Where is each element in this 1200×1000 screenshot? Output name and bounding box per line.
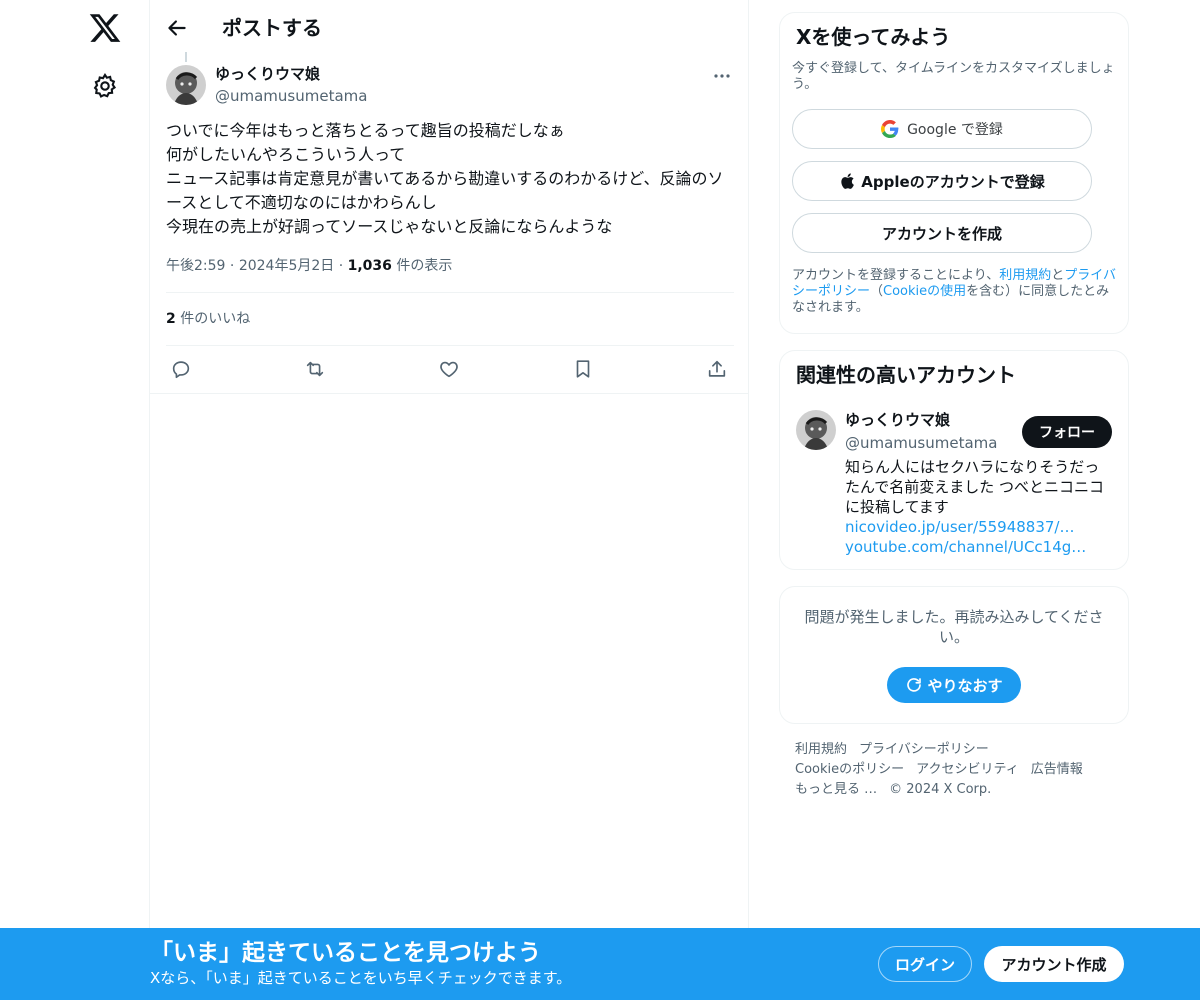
footer-row: 利用規約 プライバシーポリシー xyxy=(795,740,1115,760)
tweet-meta: 午後2:59 · 2024年5月2日 · 1,036 件の表示 xyxy=(166,256,452,276)
refresh-icon xyxy=(907,678,922,692)
footer-copyright: © 2024 X Corp. xyxy=(889,782,992,797)
related-title: 関連性の高いアカウント xyxy=(796,363,1016,387)
author-name[interactable]: ゆっくりウマ娘 xyxy=(215,64,320,84)
banner-title: 「いま」起きていることを見つけよう xyxy=(150,940,541,966)
footer-privacy-link[interactable]: プライバシーポリシー xyxy=(859,742,989,757)
likes-label: 件のいいね xyxy=(180,311,251,327)
tweet-date[interactable]: 2024年5月2日 xyxy=(239,258,334,274)
like-button[interactable] xyxy=(434,354,464,384)
divider xyxy=(166,345,734,346)
follow-button[interactable]: フォロー xyxy=(1022,416,1112,448)
apple-signup-button[interactable]: Appleのアカウントで登録 xyxy=(792,161,1092,201)
thread-line xyxy=(185,52,187,62)
terms-prefix: アカウントを登録することにより、 xyxy=(792,268,1000,283)
apple-signup-label: Appleのアカウントで登録 xyxy=(861,172,1045,191)
author-handle[interactable]: @umamusumetama xyxy=(215,86,367,106)
google-signup-button[interactable]: Google で登録 xyxy=(792,109,1092,149)
likes-count: 2 xyxy=(166,311,176,327)
banner-subtitle: Xなら、「いま」起きていることをいち早くチェックできます。 xyxy=(150,969,572,987)
footer-accessibility-link[interactable]: アクセシビリティ xyxy=(916,762,1019,777)
related-handle[interactable]: @umamusumetama xyxy=(845,433,997,453)
views-label: 件の表示 xyxy=(396,258,453,274)
share-button[interactable] xyxy=(702,354,732,384)
footer-row: Cookieのポリシー アクセシビリティ 広告情報 xyxy=(795,760,1115,780)
reply-icon xyxy=(172,361,190,379)
meta-dot: · xyxy=(338,258,348,274)
signup-subtitle: 今すぐ登録して、タイムラインをカスタマイズしましょう。 xyxy=(792,61,1115,92)
views-count: 1,036 xyxy=(347,258,392,274)
meta-dot: · xyxy=(229,258,239,274)
tweet-time[interactable]: 午後2:59 xyxy=(166,258,225,274)
footer-ads-link[interactable]: 広告情報 xyxy=(1031,762,1083,777)
terms-notice: アカウントを登録することにより、利用規約とプライバシーポリシー（Cookieの使… xyxy=(792,268,1118,316)
related-name[interactable]: ゆっくりウマ娘 xyxy=(845,410,950,430)
login-button[interactable]: ログイン xyxy=(878,946,972,982)
terms-link[interactable]: 利用規約 xyxy=(999,268,1051,283)
avatar[interactable] xyxy=(796,410,836,450)
google-icon xyxy=(881,120,899,138)
back-arrow-icon[interactable] xyxy=(164,15,190,41)
tweet-text: ついでに今年はもっと落ちとるって趣旨の投稿だしなぁ 何がしたいんやろこういう人っ… xyxy=(166,121,724,236)
signup-title: Xを使ってみよう xyxy=(796,25,951,49)
error-message: 問題が発生しました。再読み込みしてください。 xyxy=(804,608,1104,646)
bookmark-icon xyxy=(576,360,590,378)
create-account-button[interactable]: アカウントを作成 xyxy=(792,213,1092,253)
reply-button[interactable] xyxy=(166,354,196,384)
banner-signup-button[interactable]: アカウント作成 xyxy=(984,946,1124,982)
terms-and: と xyxy=(1051,268,1065,283)
divider xyxy=(166,292,734,293)
retry-label: やりなおす xyxy=(927,676,1003,695)
retry-button[interactable]: やりなおす xyxy=(887,667,1021,703)
bookmark-button[interactable] xyxy=(568,354,598,384)
apple-icon xyxy=(841,173,855,189)
footer-terms-link[interactable]: 利用規約 xyxy=(795,742,847,757)
gear-icon[interactable] xyxy=(91,72,119,100)
divider xyxy=(150,393,748,394)
cookie-open: （ xyxy=(870,284,884,299)
more-icon[interactable] xyxy=(710,64,734,88)
cookie-link[interactable]: Cookieの使用 xyxy=(883,284,966,299)
related-link-youtube[interactable]: youtube.com/channel/UCc14g… xyxy=(845,537,1107,557)
google-signup-label: Google で登録 xyxy=(907,122,1003,138)
share-icon xyxy=(708,360,726,377)
related-bio: 知らん人にはセクハラになりそうだったんで名前変えました つべとニコニコに投稿して… xyxy=(845,458,1105,516)
retweet-button[interactable] xyxy=(300,354,330,384)
likes-row[interactable]: 2 件のいいね xyxy=(166,309,250,329)
x-logo-icon[interactable] xyxy=(88,11,122,45)
page-title: ポストする xyxy=(222,16,322,40)
footer-row: もっと見る … © 2024 X Corp. xyxy=(795,780,1115,800)
related-link-nicovideo[interactable]: nicovideo.jp/user/55948837/… xyxy=(845,517,1107,537)
like-icon xyxy=(440,361,458,378)
avatar[interactable] xyxy=(166,65,206,105)
footer-more-link[interactable]: もっと見る … xyxy=(795,782,877,797)
footer-links: 利用規約 プライバシーポリシー Cookieのポリシー アクセシビリティ 広告情報 も… xyxy=(795,740,1115,800)
footer-cookie-link[interactable]: Cookieのポリシー xyxy=(795,762,904,777)
retweet-icon xyxy=(306,361,324,377)
